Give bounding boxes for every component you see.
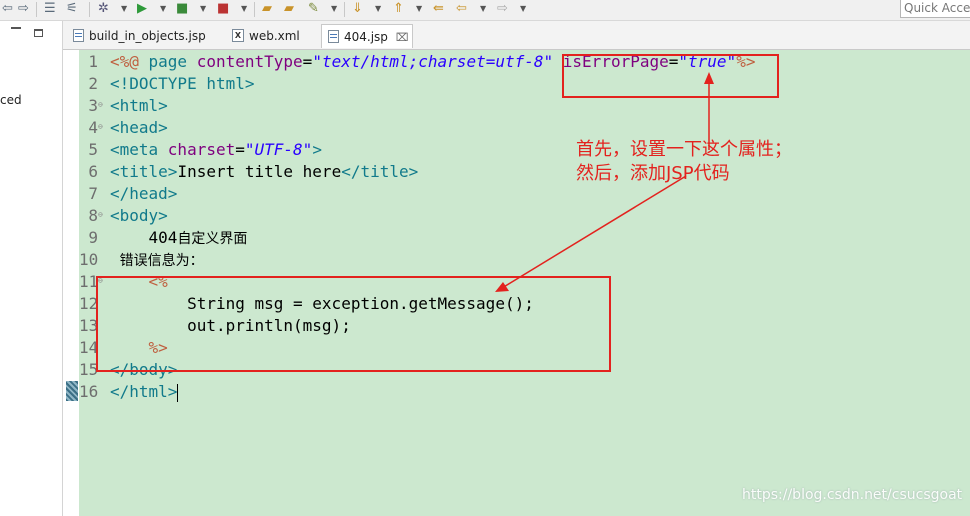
arrowhead-down-left bbox=[495, 282, 509, 292]
arrowhead-up bbox=[704, 72, 714, 84]
annotation-arrows bbox=[495, 72, 714, 292]
arrow-to-code bbox=[501, 175, 687, 289]
watermark: https://blog.csdn.net/csucsgoat bbox=[742, 487, 963, 503]
